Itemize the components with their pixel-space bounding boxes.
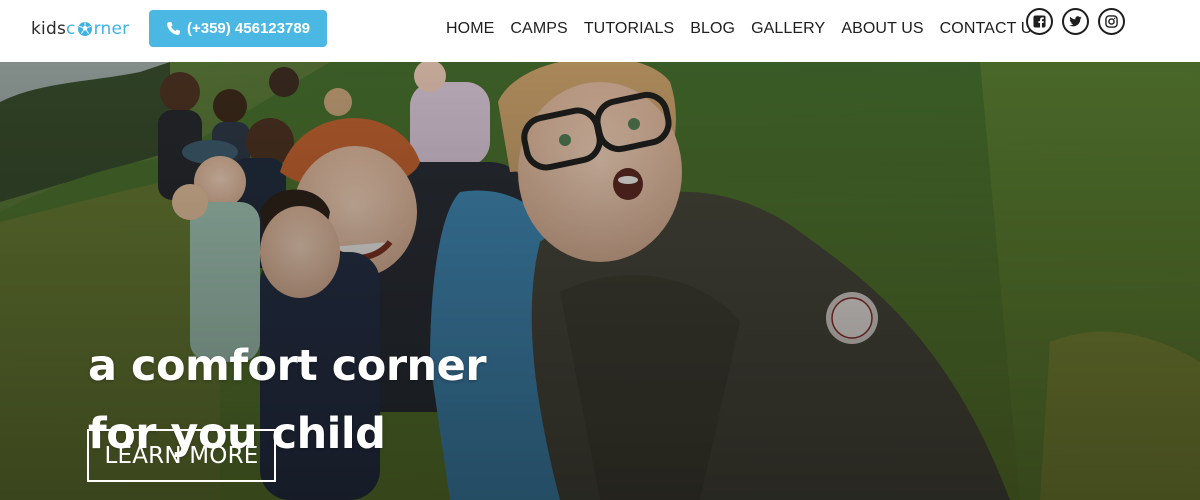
main-nav: HOME CAMPS TUTORIALS BLOG GALLERY ABOUT … [438, 18, 1051, 40]
instagram-link[interactable] [1098, 8, 1125, 35]
logo[interactable]: kids c rner [31, 17, 129, 41]
nav-about-us[interactable]: ABOUT US [833, 20, 931, 38]
nav-tutorials[interactable]: TUTORIALS [576, 20, 682, 38]
phone-number: (+359) 456123789 [186, 20, 311, 37]
facebook-icon [1033, 15, 1046, 28]
social-links [1026, 8, 1125, 35]
hero-title-line-1: a comfort corner [88, 341, 487, 391]
top-navbar: kids c rner (+359) 456123789 HOME CAMPS … [0, 0, 1200, 62]
nav-home[interactable]: HOME [438, 20, 502, 38]
soccer-ball-icon [77, 22, 92, 36]
nav-blog[interactable]: BLOG [682, 20, 743, 38]
logo-text-prefix: kids [31, 19, 67, 39]
facebook-link[interactable] [1026, 8, 1053, 35]
instagram-icon [1105, 15, 1118, 28]
logo-text-mid: c [66, 19, 76, 39]
nav-camps[interactable]: CAMPS [502, 20, 575, 38]
nav-gallery[interactable]: GALLERY [743, 20, 833, 38]
twitter-link[interactable] [1062, 8, 1089, 35]
logo-text-suffix: rner [93, 19, 130, 39]
learn-more-button[interactable]: LEARN MORE [87, 429, 276, 482]
twitter-icon [1069, 16, 1082, 27]
phone-button[interactable]: (+359) 456123789 [149, 10, 327, 47]
phone-icon [167, 21, 181, 35]
